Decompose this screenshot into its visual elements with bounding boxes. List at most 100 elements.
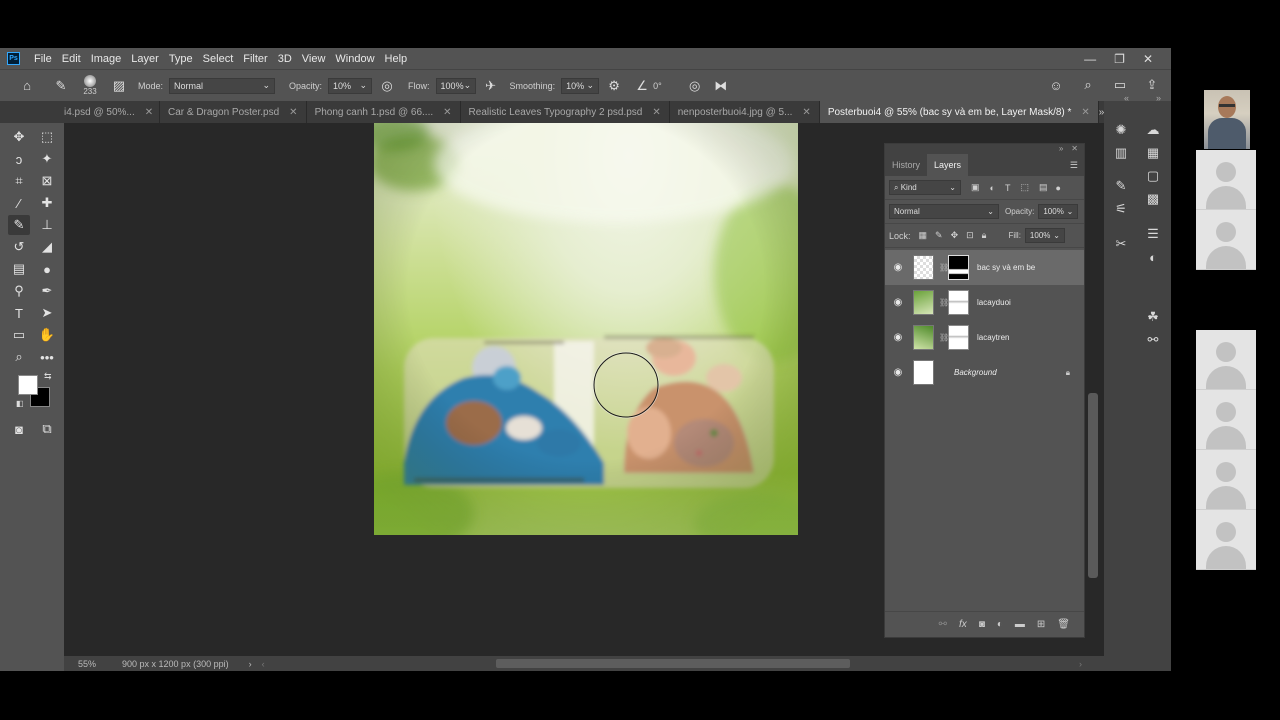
minimize-icon[interactable]: —: [1084, 52, 1096, 66]
layer-mask-thumbnail[interactable]: [948, 290, 969, 315]
airbrush-icon[interactable]: ✈: [482, 77, 500, 95]
pixel-filter-icon[interactable]: ▣: [971, 182, 980, 193]
layer-mask-thumbnail[interactable]: [948, 255, 969, 280]
close-window-icon[interactable]: ✕: [1143, 52, 1153, 66]
menu-view[interactable]: View: [297, 53, 331, 65]
trash-icon[interactable]: 🗑︎: [1057, 619, 1070, 630]
tab-document-3[interactable]: Phong canh 1.psd @ 66.... ✕: [307, 101, 461, 123]
magic-wand-tool-icon[interactable]: ✦: [36, 149, 58, 169]
default-colors-icon[interactable]: ◧: [16, 399, 24, 408]
collapse-panels-icon[interactable]: «: [1124, 93, 1129, 103]
menu-window[interactable]: Window: [330, 53, 379, 65]
link-layers-icon[interactable]: ⚯: [939, 619, 947, 630]
flow-input[interactable]: 100% ⌄: [435, 77, 476, 94]
brush-settings-icon[interactable]: ⚟: [1112, 200, 1130, 218]
new-group-icon[interactable]: ▬: [1015, 619, 1025, 630]
layer-mask-thumbnail[interactable]: [948, 325, 969, 350]
libraries-icon[interactable]: ☘: [1144, 308, 1162, 326]
healing-brush-tool-icon[interactable]: ✚: [36, 193, 58, 213]
smart-object-filter-icon[interactable]: ▤: [1039, 182, 1048, 193]
gradients-icon[interactable]: ▢: [1144, 167, 1162, 185]
symmetry-icon[interactable]: ⧓: [712, 77, 730, 95]
more-tools-icon[interactable]: •••: [36, 347, 58, 367]
lock-artboard-icon[interactable]: ⊡: [966, 230, 974, 241]
zoom-level[interactable]: 55%: [78, 659, 96, 669]
menu-help[interactable]: Help: [380, 53, 413, 65]
tool-presets-icon[interactable]: ✂: [1112, 235, 1130, 253]
status-arrow-icon[interactable]: ›: [249, 659, 252, 669]
menu-3d[interactable]: 3D: [273, 53, 297, 65]
kind-filter-select[interactable]: ⌕ Kind ⌄: [889, 180, 961, 195]
document-canvas[interactable]: [374, 123, 798, 535]
blur-tool-icon[interactable]: ●: [36, 259, 58, 279]
tab-layers[interactable]: Layers: [927, 154, 969, 176]
link-icon[interactable]: ⛓: [939, 263, 949, 272]
eye-icon[interactable]: ◉: [885, 262, 911, 273]
restore-icon[interactable]: ❐: [1114, 52, 1125, 66]
lock-image-icon[interactable]: ✎: [935, 230, 943, 241]
path-selection-tool-icon[interactable]: ➤: [36, 303, 58, 323]
layer-row[interactable]: ◉ ⛓ bac sy và em be: [885, 250, 1084, 285]
new-layer-icon[interactable]: ⊞: [1037, 619, 1045, 630]
layer-opacity-input[interactable]: 100% ⌄: [1038, 204, 1079, 219]
swap-colors-icon[interactable]: ⇆: [44, 371, 52, 382]
close-icon[interactable]: ✕: [1071, 144, 1078, 154]
brushes-icon[interactable]: ✎: [1112, 177, 1130, 195]
menu-file[interactable]: File: [29, 53, 57, 65]
eye-icon[interactable]: ◉: [885, 297, 911, 308]
workspace-icon[interactable]: ▭: [1111, 76, 1129, 94]
layer-row[interactable]: ◉ Background 🔒︎: [885, 355, 1084, 390]
clone-stamp-tool-icon[interactable]: ⊥: [36, 215, 58, 235]
zoom-tool-icon[interactable]: ⌕: [8, 347, 30, 367]
lasso-tool-icon[interactable]: ↄ: [8, 149, 30, 169]
foreground-color-swatch[interactable]: [18, 375, 38, 395]
menu-type[interactable]: Type: [164, 53, 198, 65]
brush-tool-preset-icon[interactable]: ✎: [52, 77, 70, 95]
search-icon[interactable]: ⌕: [1079, 76, 1097, 94]
scroll-right-icon[interactable]: ›: [1079, 659, 1082, 669]
horizontal-scrollbar[interactable]: [496, 659, 850, 668]
properties-icon[interactable]: ☰: [1144, 225, 1162, 243]
smoothing-input[interactable]: 10% ⌄: [561, 77, 600, 94]
scroll-left-icon[interactable]: ‹: [262, 659, 265, 669]
menu-image[interactable]: Image: [86, 53, 127, 65]
pressure-size-icon[interactable]: ◎: [686, 77, 704, 95]
link-icon[interactable]: ⛓: [939, 333, 949, 342]
tab-history[interactable]: History: [885, 154, 927, 176]
eyedropper-tool-icon[interactable]: ⁄: [8, 193, 30, 213]
pressure-opacity-icon[interactable]: ◎: [378, 77, 396, 95]
collapse-icon[interactable]: »: [1059, 144, 1063, 154]
gradient-tool-icon[interactable]: ▤: [8, 259, 30, 279]
marquee-tool-icon[interactable]: ⬚: [36, 127, 58, 147]
adjustments-icon[interactable]: ✺: [1112, 121, 1130, 139]
link-icon[interactable]: ⛓: [939, 298, 949, 307]
angle-value[interactable]: 0°: [653, 81, 662, 91]
dodge-tool-icon[interactable]: ⚲: [8, 281, 30, 301]
fx-icon[interactable]: fx: [959, 619, 967, 630]
swatches-icon[interactable]: ▦: [1144, 144, 1162, 162]
tab-document-2[interactable]: Car & Dragon Poster.psd ✕: [160, 101, 307, 123]
tab-document-active[interactable]: Posterbuoi4 @ 55% (bac sy và em be, Laye…: [819, 101, 1099, 123]
type-filter-icon[interactable]: T: [1005, 183, 1011, 193]
opacity-input[interactable]: 10% ⌄: [328, 77, 373, 94]
frame-tool-icon[interactable]: ⊠: [36, 171, 58, 191]
shape-filter-icon[interactable]: ⬚: [1020, 182, 1029, 193]
panel-menu-icon[interactable]: ☰: [1070, 160, 1078, 171]
menu-edit[interactable]: Edit: [57, 53, 86, 65]
mode-select[interactable]: Normal ⌄: [169, 77, 276, 94]
close-icon[interactable]: ✕: [802, 107, 810, 118]
menu-filter[interactable]: Filter: [238, 53, 272, 65]
tab-document-1[interactable]: i4.psd @ 50%... ✕: [0, 101, 160, 123]
lock-all-icon[interactable]: 🔒︎: [982, 230, 987, 241]
vertical-scrollbar[interactable]: [1088, 393, 1098, 578]
adjustment-filter-icon[interactable]: ◐: [990, 183, 995, 193]
share-icon[interactable]: ⇪: [1143, 76, 1161, 94]
tab-document-4[interactable]: Realistic Leaves Typography 2 psd.psd ✕: [461, 101, 670, 123]
lock-transparent-icon[interactable]: ▦: [919, 230, 928, 241]
fill-input[interactable]: 100% ⌄: [1024, 228, 1065, 243]
brush-size-picker[interactable]: 233: [78, 75, 102, 96]
eye-icon[interactable]: ◉: [885, 367, 911, 378]
close-icon[interactable]: ✕: [1081, 107, 1089, 118]
blend-mode-select[interactable]: Normal ⌄: [889, 204, 999, 219]
account-icon[interactable]: ☺: [1047, 76, 1065, 94]
